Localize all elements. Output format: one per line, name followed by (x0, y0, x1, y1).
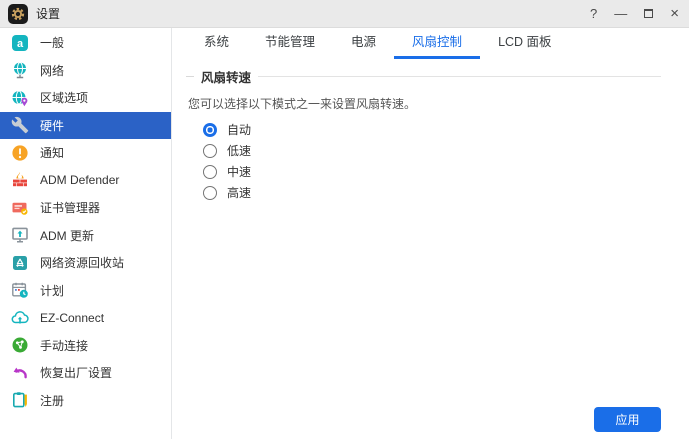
adm-update-icon (11, 226, 29, 244)
radio-option-auto[interactable]: 自动 (203, 119, 661, 140)
sidebar-item-label: 计划 (40, 282, 64, 299)
sidebar-item-adm-defender[interactable]: ADM Defender (0, 167, 171, 195)
radio-unselected-icon[interactable] (203, 165, 217, 179)
factory-reset-icon (11, 364, 29, 382)
ez-connect-icon (11, 309, 29, 327)
manual-connect-icon (11, 336, 29, 354)
fan-speed-description: 您可以选择以下模式之一来设置风扇转速。 (188, 95, 661, 112)
general-icon: a (11, 34, 29, 52)
sidebar-item-label: 通知 (40, 144, 64, 161)
radio-label: 低速 (227, 142, 251, 159)
fan-speed-options: 自动 低速 中速 高速 (203, 119, 661, 203)
sidebar-item-factory-reset[interactable]: 恢复出厂设置 (0, 359, 171, 387)
tab-fan-control[interactable]: 风扇控制 (394, 28, 480, 59)
sidebar-item-label: 一般 (40, 34, 64, 51)
sidebar-item-notification[interactable]: 通知 (0, 139, 171, 167)
sidebar-item-ez-connect[interactable]: EZ-Connect (0, 304, 171, 332)
notification-icon (11, 144, 29, 162)
fieldset-right-rule (258, 76, 661, 77)
sidebar-item-network[interactable]: 网络 (0, 57, 171, 85)
hardware-tabs: 系统 节能管理 电源 风扇控制 LCD 面板 (186, 28, 661, 59)
hardware-icon (11, 116, 29, 134)
radio-selected-icon[interactable] (203, 123, 217, 137)
registration-icon (11, 391, 29, 409)
network-recycle-bin-icon (11, 254, 29, 272)
certificate-manager-icon (11, 199, 29, 217)
tab-power[interactable]: 电源 (333, 28, 394, 59)
schedule-icon (11, 281, 29, 299)
sidebar-item-label: 手动连接 (40, 337, 88, 354)
sidebar-item-label: ADM 更新 (40, 227, 94, 244)
sidebar-item-label: 网络 (40, 62, 64, 79)
fieldset-left-rule (186, 76, 194, 77)
tab-lcd-panel[interactable]: LCD 面板 (480, 28, 569, 59)
window-title: 设置 (36, 5, 60, 22)
radio-unselected-icon[interactable] (203, 186, 217, 200)
settings-sidebar: a 一般 网络 (0, 28, 172, 439)
titlebar: 设置 ? — × (0, 0, 689, 28)
sidebar-item-schedule[interactable]: 计划 (0, 277, 171, 305)
settings-app-icon (8, 4, 28, 24)
radio-option-medium[interactable]: 中速 (203, 161, 661, 182)
radio-label: 中速 (227, 163, 251, 180)
sidebar-item-adm-update[interactable]: ADM 更新 (0, 222, 171, 250)
sidebar-item-registration[interactable]: 注册 (0, 387, 171, 415)
maximize-button[interactable] (644, 7, 653, 20)
sidebar-item-certificate-manager[interactable]: 证书管理器 (0, 194, 171, 222)
sidebar-item-label: 注册 (40, 392, 64, 409)
sidebar-item-label: 证书管理器 (40, 199, 100, 216)
tab-system[interactable]: 系统 (186, 28, 247, 59)
sidebar-item-general[interactable]: a 一般 (0, 29, 171, 57)
radio-option-high[interactable]: 高速 (203, 182, 661, 203)
close-button[interactable]: × (670, 6, 679, 21)
svg-text:a: a (17, 38, 24, 50)
sidebar-item-label: 网络资源回收站 (40, 254, 124, 271)
regional-options-icon (11, 89, 29, 107)
help-button[interactable]: ? (590, 7, 597, 20)
sidebar-item-manual-connect[interactable]: 手动连接 (0, 332, 171, 360)
defender-icon (11, 171, 29, 189)
settings-content-panel: 系统 节能管理 电源 风扇控制 LCD 面板 风扇转速 您可以选择以下模式之一来… (172, 28, 689, 439)
sidebar-item-regional-options[interactable]: 区域选项 (0, 84, 171, 112)
radio-label: 高速 (227, 184, 251, 201)
radio-option-low[interactable]: 低速 (203, 140, 661, 161)
sidebar-item-label: 区域选项 (40, 89, 88, 106)
sidebar-item-network-recycle-bin[interactable]: 网络资源回收站 (0, 249, 171, 277)
section-title: 风扇转速 (194, 67, 258, 86)
sidebar-item-label: ADM Defender (40, 173, 119, 187)
apply-button[interactable]: 应用 (594, 407, 661, 432)
tab-energy-saving[interactable]: 节能管理 (247, 28, 333, 59)
radio-unselected-icon[interactable] (203, 144, 217, 158)
sidebar-item-label: 恢复出厂设置 (40, 364, 112, 381)
maximize-icon (644, 9, 653, 18)
radio-label: 自动 (227, 121, 251, 138)
network-icon (11, 61, 29, 79)
fan-speed-section-header: 风扇转速 (186, 67, 661, 86)
minimize-button[interactable]: — (614, 7, 627, 20)
sidebar-item-label: 硬件 (40, 117, 64, 134)
sidebar-item-label: EZ-Connect (40, 311, 104, 325)
sidebar-item-hardware[interactable]: 硬件 (0, 112, 171, 140)
